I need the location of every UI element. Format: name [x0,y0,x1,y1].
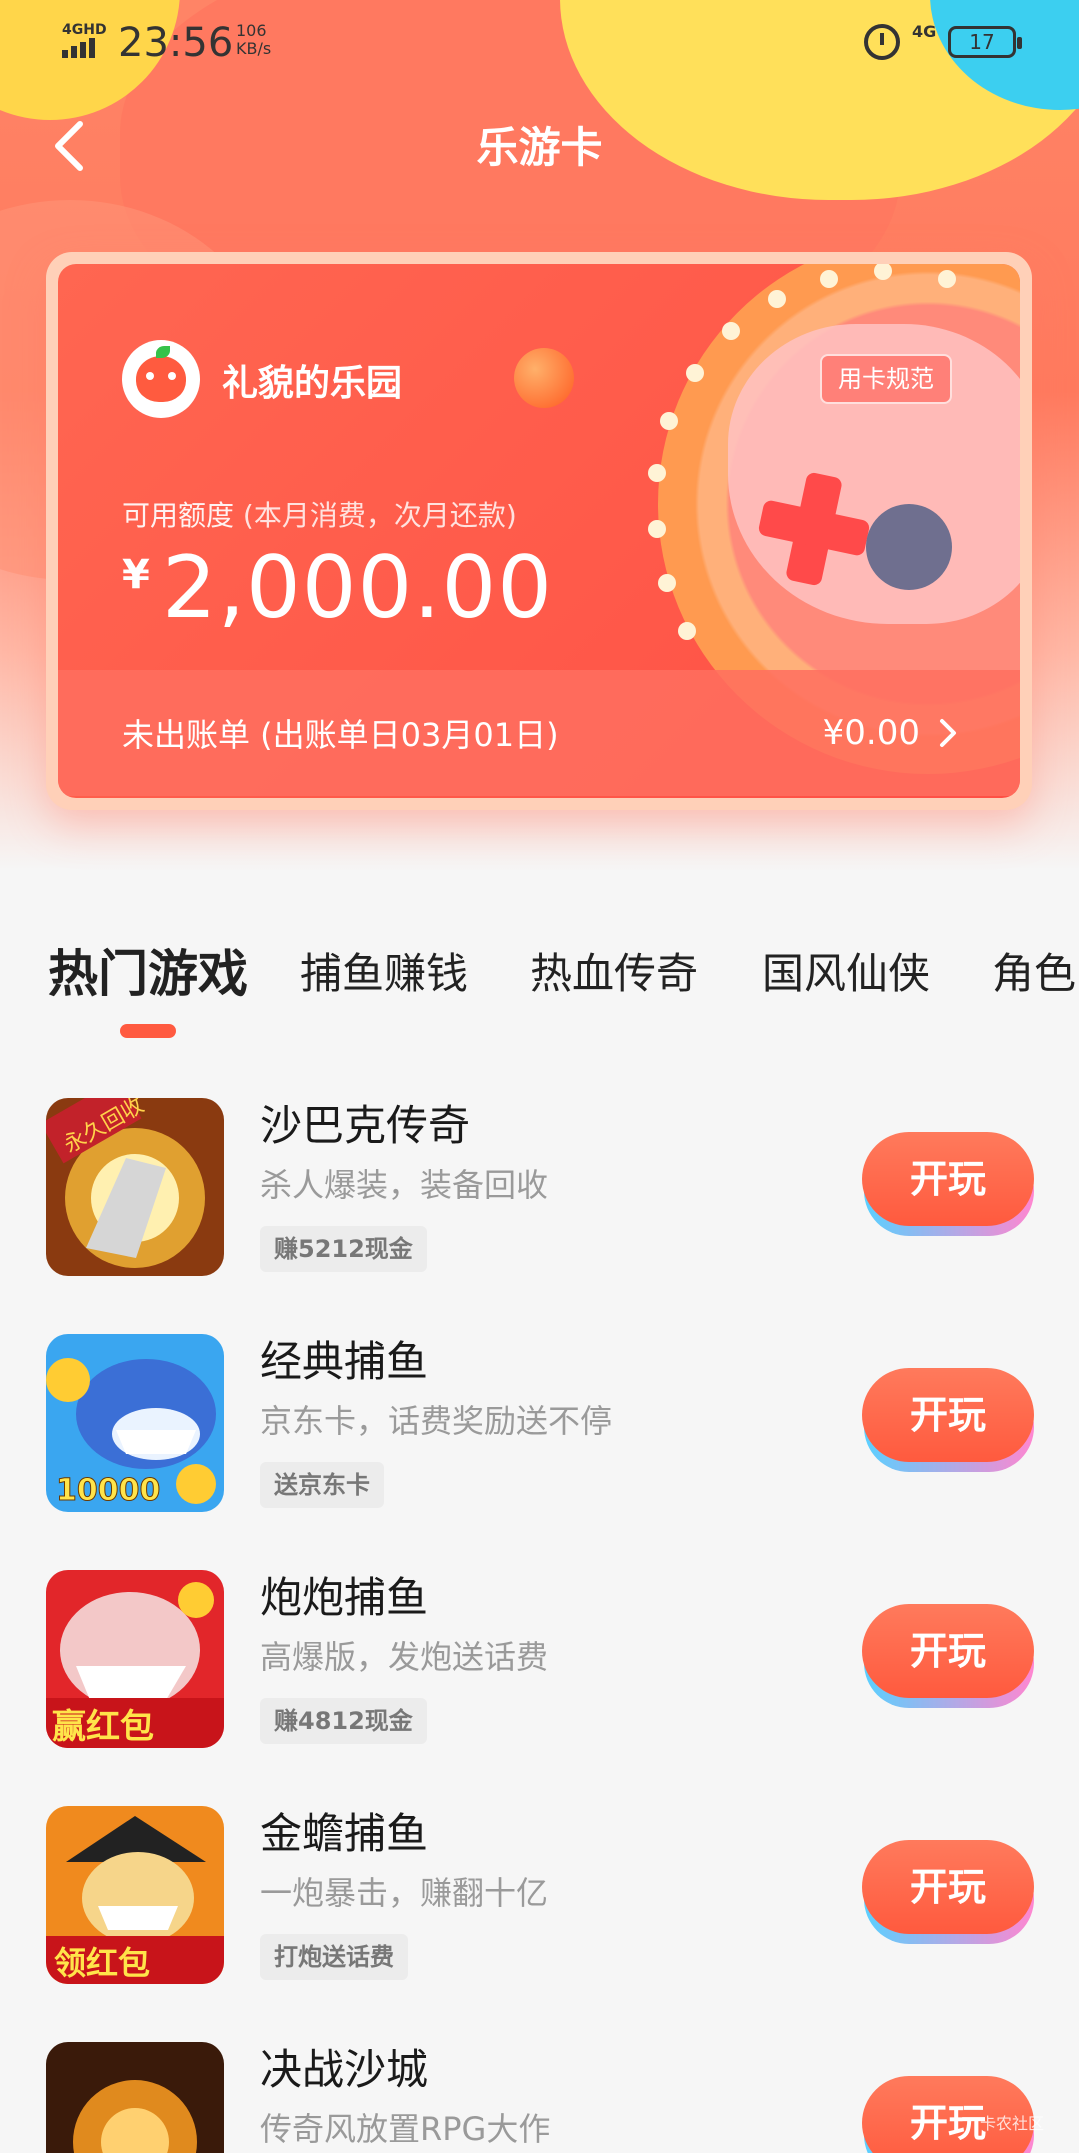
game-icon[interactable]: 10000 [46,1334,224,1512]
list-item[interactable]: 赢红包 炮炮捕鱼 高爆版，发炮送话费 赚4812现金 开玩 [0,1570,1079,1770]
currency-symbol: ¥ [122,552,150,598]
list-item[interactable]: 10000 经典捕鱼 京东卡，话费奖励送不停 送京东卡 开玩 [0,1334,1079,1534]
list-item[interactable]: 领红包 金蟾捕鱼 一炮暴击，赚翻十亿 打炮送话费 开玩 [0,1806,1079,2006]
tab-fishing[interactable]: 捕鱼赚钱 [300,940,468,1001]
battery-icon: 17 [948,26,1022,58]
game-name: 经典捕鱼 [260,1337,429,1386]
unbilled-row[interactable]: 未出账单 (出账单日03月01日) ¥0.00 [58,670,1020,796]
joystick-illustration [866,504,952,590]
signal-icon: 4GHD [60,22,107,58]
game-icon-caption: 赢红包 [52,1707,154,1747]
play-button-label[interactable]: 开玩 [862,1604,1034,1698]
apple-gamepad-icon [136,346,186,402]
light-dot [648,464,666,482]
alarm-icon [864,24,900,60]
game-name: 沙巴克传奇 [260,1101,471,1150]
game-name: 决战沙城 [260,2045,429,2094]
light-dot [660,412,678,430]
game-icon[interactable]: 领红包 [46,1806,224,1984]
light-dot [648,520,666,538]
play-button-label[interactable]: 开玩 [862,1840,1034,1934]
status-time: 23:56 [118,20,234,66]
play-button[interactable]: 开玩 [862,1840,1034,1944]
reward-tag: 赚4812现金 [260,1698,427,1744]
game-description: 传奇风放置RPG大作 [260,2110,551,2148]
light-dot [938,270,956,288]
orb-decoration [514,348,574,408]
list-item[interactable]: 永久回收 沙巴克传奇 杀人爆装，装备回收 赚5212现金 开玩 [0,1098,1079,1298]
reward-tag: 赚5212现金 [260,1226,427,1272]
game-icon[interactable]: 永久回收 [46,1098,224,1276]
game-description: 杀人爆装，装备回收 [260,1166,549,1204]
bill-label: 未出账单 (出账单日03月01日) [122,716,559,754]
game-name: 金蟾捕鱼 [260,1809,429,1858]
credit-card: 礼貌的乐园 用卡规范 可用额度 (本月消费，次月还款) ¥ 2,000.00 未… [46,252,1032,810]
credit-label-text: 可用额度 [122,499,235,532]
credit-card-body: 礼貌的乐园 用卡规范 可用额度 (本月消费，次月还款) ¥ 2,000.00 未… [58,264,1020,798]
tab-hot-games[interactable]: 热门游戏 [48,940,248,1006]
light-dot [820,270,838,288]
game-icon[interactable]: 赢红包 [46,1570,224,1748]
play-button[interactable]: 开玩 [862,1368,1034,1472]
network-4g-label: 4G [912,22,937,41]
light-dot [658,574,676,592]
credit-label: 可用额度 (本月消费，次月还款) [122,494,517,534]
chevron-right-icon [940,719,956,747]
status-bar: 4GHD 23:56 106 KB/s 4G 17 [0,0,1079,86]
tab-role[interactable]: 角色 [992,940,1076,1001]
watermark: 卡农社区 [980,2114,1045,2133]
game-description: 一炮暴击，赚翻十亿 [260,1874,549,1912]
network-speed-value: 106 [236,21,267,40]
network-label: 4GHD [62,22,107,38]
network-speed: 106 KB/s [236,22,271,58]
tab-xianxia[interactable]: 国风仙侠 [762,940,930,1001]
game-name: 炮炮捕鱼 [260,1573,429,1622]
game-icon[interactable] [46,2042,224,2153]
brand-name: 礼貌的乐园 [222,363,403,404]
reward-tag: 送京东卡 [260,1462,384,1508]
network-speed-unit: KB/s [236,39,272,58]
brand-logo [122,340,200,418]
reward-tag: 打炮送话费 [260,1934,408,1980]
category-tabs: 热门游戏 捕鱼赚钱 热血传奇 国风仙侠 角色 [48,940,1079,1050]
play-button[interactable]: 开玩 [862,1132,1034,1236]
card-rules-button[interactable]: 用卡规范 [820,354,952,404]
page-title: 乐游卡 [476,123,603,172]
game-description: 高爆版，发炮送话费 [260,1638,549,1676]
credit-note: (本月消费，次月还款) [242,499,517,532]
credit-amount: 2,000.00 [162,538,553,638]
play-button-label[interactable]: 开玩 [862,1368,1034,1462]
play-button-label[interactable]: 开玩 [862,1132,1034,1226]
game-icon-caption: 领红包 [54,1944,150,1982]
light-dot [678,622,696,640]
bill-amount: ¥0.00 [822,713,920,753]
light-dot [768,290,786,308]
tab-legend[interactable]: 热血传奇 [530,940,698,1001]
light-dot [722,322,740,340]
game-description: 京东卡，话费奖励送不停 [260,1402,613,1440]
list-item[interactable]: 决战沙城 传奇风放置RPG大作 开玩 [0,2042,1079,2153]
tab-indicator [120,1024,176,1038]
game-icon-caption: 10000 [56,1473,160,1508]
play-button[interactable]: 开玩 [862,1604,1034,1708]
light-dot [686,364,704,382]
